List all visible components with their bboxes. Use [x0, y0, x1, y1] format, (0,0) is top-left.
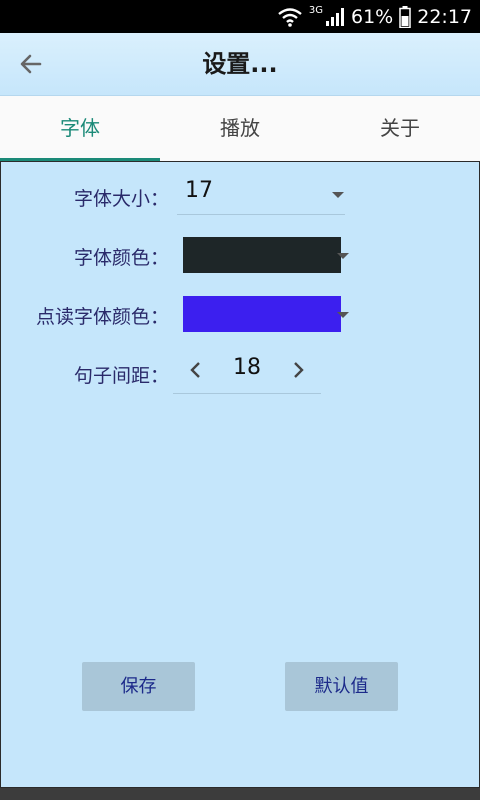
page-title: 设置...	[202, 50, 278, 78]
navigation-bar	[0, 788, 480, 800]
signal-icon	[325, 7, 345, 27]
battery-icon	[399, 5, 411, 28]
font-color-dropdown[interactable]	[177, 237, 349, 277]
chevron-right-icon	[294, 362, 304, 378]
status-bar: 3G 61% 22:17	[0, 0, 480, 33]
tab-bar: 字体 播放 关于	[0, 96, 480, 161]
line-spacing-label: 句子间距：	[73, 365, 169, 387]
save-button[interactable]: 保存	[82, 662, 195, 711]
app-bar: 设置...	[0, 33, 480, 96]
font-settings-panel: 字体大小： 17 字体颜色： 点读字体颜色： 句子间距： 18 保存 默认值	[0, 161, 480, 788]
font-size-label: 字体大小：	[73, 188, 169, 210]
font-color-label: 字体颜色：	[73, 247, 169, 269]
status-bar-right: 3G 61% 22:17	[277, 0, 472, 33]
tab-font[interactable]: 字体	[0, 96, 160, 161]
line-spacing-stepper: 18	[173, 352, 321, 394]
font-size-dropdown[interactable]: 17	[177, 178, 345, 215]
highlight-color-dropdown[interactable]	[177, 296, 349, 336]
highlight-color-label: 点读字体颜色：	[35, 306, 169, 328]
font-color-swatch	[183, 237, 341, 273]
tab-playback[interactable]: 播放	[160, 96, 320, 161]
tab-about[interactable]: 关于	[320, 96, 480, 161]
dropdown-arrow-icon	[337, 253, 349, 259]
clock: 22:17	[417, 5, 472, 28]
network-type-label: 3G	[308, 5, 323, 16]
back-button[interactable]	[14, 47, 48, 81]
arrow-left-icon	[20, 54, 42, 74]
battery-percent: 61%	[351, 5, 394, 28]
font-size-value: 17	[185, 178, 213, 203]
increment-button[interactable]	[287, 356, 311, 384]
restore-defaults-button[interactable]: 默认值	[285, 662, 398, 711]
highlight-color-swatch	[183, 296, 341, 332]
dropdown-arrow-icon	[337, 312, 349, 318]
wifi-icon	[277, 7, 303, 27]
dropdown-arrow-icon	[332, 192, 344, 198]
